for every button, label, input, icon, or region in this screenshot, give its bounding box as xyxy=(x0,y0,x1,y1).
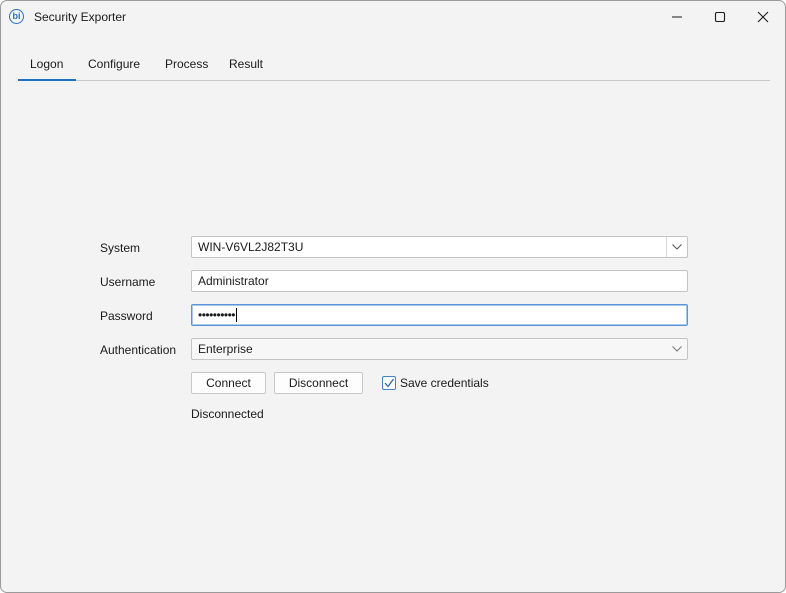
password-field[interactable]: •••••••••• xyxy=(191,304,688,326)
tab-process[interactable]: Process xyxy=(153,57,220,80)
system-value: WIN-V6VL2J82T3U xyxy=(198,240,304,254)
system-label: System xyxy=(100,241,141,255)
save-credentials-label[interactable]: Save credentials xyxy=(400,376,489,390)
authentication-label: Authentication xyxy=(100,343,177,357)
maximize-icon xyxy=(714,11,726,23)
minimize-button[interactable] xyxy=(654,1,700,33)
text-caret xyxy=(236,308,238,322)
window-title: Security Exporter xyxy=(34,10,127,24)
password-value: •••••••••• xyxy=(198,308,236,322)
connect-button[interactable]: Connect xyxy=(191,372,266,394)
system-combobox[interactable]: WIN-V6VL2J82T3U xyxy=(191,236,688,258)
title-bar[interactable]: bi Security Exporter xyxy=(1,1,785,33)
connection-status: Disconnected xyxy=(191,407,264,421)
close-button[interactable] xyxy=(740,1,785,33)
password-label: Password xyxy=(100,309,153,323)
checkmark-icon xyxy=(384,378,394,388)
tab-configure[interactable]: Configure xyxy=(76,57,152,80)
authentication-dropdown[interactable]: Enterprise xyxy=(191,338,688,360)
minimize-icon xyxy=(672,16,682,18)
disconnect-button[interactable]: Disconnect xyxy=(274,372,363,394)
tab-result[interactable]: Result xyxy=(217,57,275,80)
chevron-down-icon xyxy=(672,244,682,250)
app-logo-icon: bi xyxy=(9,9,24,24)
authentication-value: Enterprise xyxy=(198,342,253,356)
username-label: Username xyxy=(100,275,156,289)
maximize-button[interactable] xyxy=(697,1,743,33)
chevron-down-icon xyxy=(672,346,682,352)
tab-bar: Logon Configure Process Result xyxy=(18,50,770,81)
app-window: bi Security Exporter Logon Configure Pro… xyxy=(0,0,786,593)
close-icon xyxy=(757,11,769,23)
tab-logon[interactable]: Logon xyxy=(18,57,76,81)
system-dropdown-button[interactable] xyxy=(666,237,687,257)
save-credentials-checkbox[interactable] xyxy=(382,376,396,390)
username-field[interactable]: Administrator xyxy=(191,270,688,292)
username-value: Administrator xyxy=(198,274,269,288)
